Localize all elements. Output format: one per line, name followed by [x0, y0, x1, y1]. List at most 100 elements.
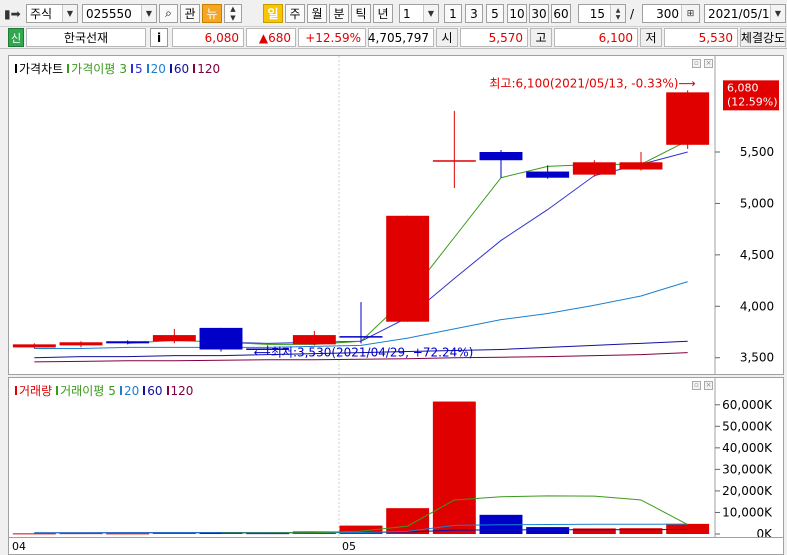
period-day-button[interactable]: 일 — [263, 4, 283, 23]
pane-close-icon[interactable]: × — [704, 381, 713, 390]
volume-legend: 거래량 거래이평 5 20 60 120 — [15, 382, 193, 399]
volume-y-tick-label: 40,000K — [722, 441, 773, 455]
up-icon: ▲ — [230, 5, 236, 13]
minute-60-button[interactable]: 60 — [551, 4, 571, 23]
candle-body — [106, 341, 150, 344]
price-legend: 가격차트 가격이평 3 5 20 60 120 — [15, 60, 220, 77]
legend-vma5-label: 5 — [108, 383, 116, 398]
price-y-tick-label: 5,500 — [740, 145, 774, 159]
x-tick-05: 05 — [342, 540, 356, 553]
candle-body — [479, 152, 523, 161]
legend-ma3: 3 — [119, 62, 127, 76]
legend-ma60: 60 — [169, 61, 190, 76]
volume-value: 4,705,797 — [368, 28, 434, 47]
volume-y-tick-label: 30,000K — [722, 462, 773, 476]
minute-5-button[interactable]: 5 — [486, 4, 504, 23]
volume-chart: 60,000K 50,000K 40,000K 30,000K 20,000K 10,00… — [12, 378, 773, 537]
period-year-button[interactable]: 년 — [373, 4, 393, 23]
chart-settings-icon: ⊞ — [681, 5, 699, 22]
x-axis: 04 05 — [8, 538, 784, 555]
legend-ma60-label: 60 — [173, 61, 190, 76]
watch-button[interactable]: 관 — [180, 4, 200, 23]
search-button[interactable]: ⌕ — [159, 4, 178, 23]
menu-arrow-icon[interactable]: ▮➡ — [4, 4, 24, 23]
total-count-input[interactable]: 300 ⊞ — [642, 4, 700, 23]
legend-ma120-label: 120 — [197, 61, 221, 76]
minute-10-button[interactable]: 10 — [507, 4, 527, 23]
minute-3-button[interactable]: 3 — [465, 4, 483, 23]
period-minute-button[interactable]: 분 — [329, 4, 349, 23]
candle-body — [432, 160, 476, 162]
candle-body — [339, 336, 383, 338]
pane-maximize-icon[interactable]: ▫ — [692, 59, 701, 68]
legend-vma60-label: 60 — [147, 383, 163, 398]
date-picker[interactable]: 2021/05/13 ▼ — [704, 4, 786, 23]
pane-maximize-icon[interactable]: ▫ — [692, 381, 701, 390]
candle-body — [12, 344, 56, 348]
candle-body — [666, 92, 710, 145]
minute-1-button[interactable]: 1 — [444, 4, 462, 23]
volume-bar — [432, 401, 476, 534]
candle-body — [59, 342, 103, 346]
chevron-down-icon: ▼ — [770, 5, 785, 22]
stock-stepper[interactable]: ▲ ▼ — [224, 4, 242, 23]
volume-bar — [666, 523, 710, 534]
last-price-tag-percent: (12.59%) — [727, 95, 778, 108]
legend-ma3-label: 3 — [119, 61, 127, 76]
annotation-low: ⟵최저:3,530(2021/04/29, +72.24%) — [254, 346, 474, 360]
period-tick-button[interactable]: 틱 — [351, 4, 371, 23]
stock-code-input[interactable]: 025550 ▼ — [82, 4, 157, 23]
news-button[interactable]: 뉴 — [202, 4, 222, 23]
volume-bar — [106, 533, 150, 535]
candle-body — [526, 171, 570, 178]
legend-vma60: 60 — [143, 383, 163, 398]
volume-chart-pane[interactable]: 60,000K 50,000K 40,000K 30,000K 20,000K 10,00… — [8, 377, 784, 538]
minute-30-button[interactable]: 30 — [529, 4, 549, 23]
legend-ma20-label: 20 — [150, 61, 166, 76]
legend-volume-label: 거래량 — [19, 384, 53, 398]
volume-bar — [526, 527, 570, 534]
count-input[interactable]: 15 ▲ ▼ — [578, 4, 626, 23]
legend-price: 가격차트 — [15, 60, 63, 77]
change-percent: +12.59% — [298, 28, 366, 47]
last-price-tag-value: 6,080 — [727, 81, 759, 94]
price-y-tick-label: 4,500 — [740, 248, 774, 262]
open-price: 5,570 — [460, 28, 528, 47]
legend-vma-label: 거래이평 — [60, 384, 105, 398]
interval-select[interactable]: 1 ▼ — [399, 4, 439, 23]
price-chart-pane[interactable]: 5,500 5,000 4,500 4,000 3,500 6,080 (12.59%) 최고… — [8, 55, 784, 375]
credit-badge: 신 — [8, 28, 24, 47]
candle-body — [292, 335, 336, 345]
legend-ma-label: 가격이평 — [71, 62, 116, 76]
info-button[interactable]: i — [150, 28, 168, 47]
legend-vma120-label: 120 — [170, 383, 194, 398]
high-price: 6,100 — [554, 28, 638, 47]
price-y-tick-label: 5,000 — [740, 196, 774, 210]
market-select[interactable]: 주식 ▼ — [26, 4, 78, 23]
x-tick-04: 04 — [12, 540, 26, 553]
low-price: 5,530 — [664, 28, 738, 47]
pane-close-icon[interactable]: × — [704, 59, 713, 68]
legend-ma5-label: 5 — [134, 61, 143, 76]
open-label: 시 — [436, 28, 458, 47]
period-week-button[interactable]: 주 — [285, 4, 305, 23]
low-label: 저 — [640, 28, 662, 47]
candle-body — [572, 162, 616, 175]
chevron-down-icon: ▼ — [423, 5, 438, 22]
spin-icon: ▲ ▼ — [610, 5, 625, 22]
date-value: 2021/05/13 — [708, 6, 778, 21]
chart-window: ▮➡ 주식 ▼ 025550 ▼ ⌕ 관 뉴 ▲ ▼ 일 주 월 분 틱 년 1… — [0, 0, 787, 555]
chevron-down-icon: ▼ — [62, 5, 77, 22]
quote-bar: 신 한국선재 i 6,080 ▲680 +12.59% 4,705,797 시 … — [0, 27, 787, 49]
price-chart: 5,500 5,000 4,500 4,000 3,500 6,080(12.59%) 최고… — [12, 56, 779, 374]
stock-code-value: 025550 — [86, 6, 132, 21]
volume-y-tick-label: 0K — [756, 527, 773, 537]
volume-y-tick-label: 20,000K — [722, 484, 773, 498]
strength-label[interactable]: 체결강도 — [740, 28, 786, 47]
legend-vma20-label: 20 — [123, 383, 140, 398]
legend-ma120: 120 — [193, 62, 220, 76]
total-count-value: 300 — [656, 6, 679, 21]
period-month-button[interactable]: 월 — [307, 4, 327, 23]
candle-body — [619, 162, 663, 170]
legend-vma20: 20 — [119, 383, 140, 398]
